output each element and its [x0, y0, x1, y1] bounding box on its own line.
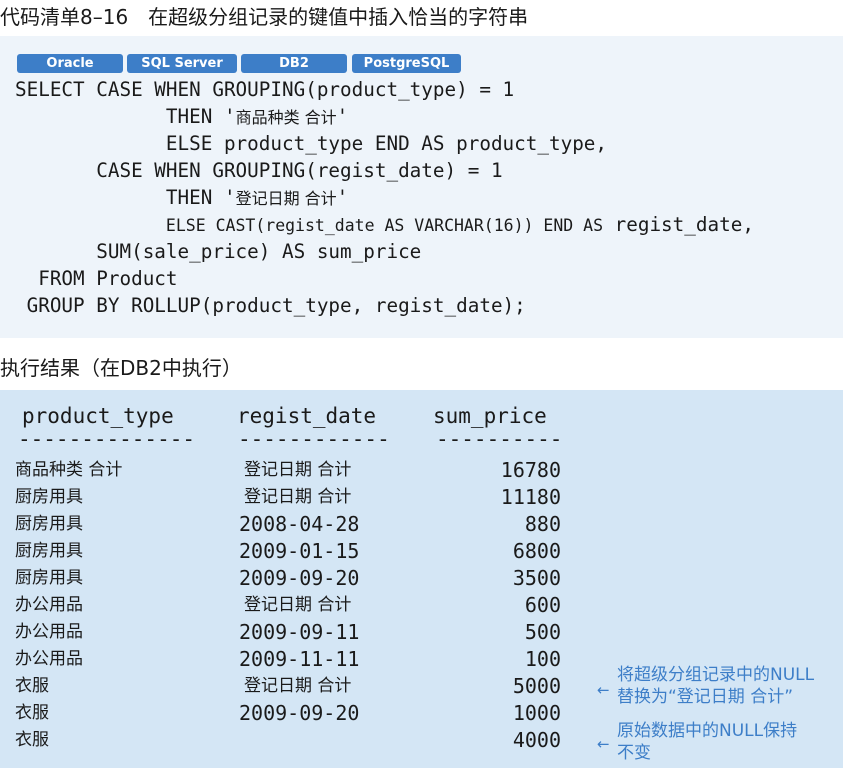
column-header: regist_date	[237, 404, 377, 428]
tag-db2: DB2	[241, 54, 347, 73]
annotation-arrow-icon: ←	[597, 681, 610, 699]
cell-product-type: 衣服	[15, 730, 49, 750]
code-line: SUM(sale_price) AS sum_price	[15, 240, 422, 263]
cell-regist-date: 2009-11-11	[239, 647, 360, 671]
table-row: 办公用品 登记日期 合计 600	[0, 592, 843, 619]
cell-sum-price: 6800	[512, 539, 561, 563]
table-row: 厨房用具 2008-04-28 880	[0, 511, 843, 538]
cell-product-type: 商品种类 合计	[15, 460, 123, 480]
code-line: GROUP BY ROLLUP(product_type, regist_dat…	[15, 294, 526, 317]
code-line: FROM Product	[15, 267, 178, 290]
tag-sql-server: SQL Server	[127, 54, 237, 73]
column-separator: ----------	[436, 427, 563, 451]
cell-sum-price: 1000	[512, 701, 561, 725]
cell-sum-price: 600	[524, 593, 561, 617]
column-header: sum_price	[433, 404, 547, 428]
code-panel: Oracle SQL Server DB2 PostgreSQL SELECT …	[0, 36, 843, 338]
code-text: '	[336, 105, 349, 128]
cell-product-type: 衣服	[15, 676, 49, 696]
cell-sum-price: 500	[524, 620, 561, 644]
column-separator: --------------	[18, 427, 196, 451]
cell-regist-date: 登记日期 合计	[244, 487, 352, 507]
code-text: regist_date,	[603, 213, 754, 236]
cell-sum-price: 100	[524, 647, 561, 671]
table-row: 办公用品 2009-09-11 500	[0, 619, 843, 646]
cell-product-type: 厨房用具	[15, 514, 83, 534]
annotation-arrow-icon: ←	[597, 735, 610, 753]
annotation-note: 原始数据中的NULL保持	[617, 721, 798, 741]
table-row: 厨房用具 2009-01-15 6800	[0, 538, 843, 565]
code-line: CASE WHEN GROUPING(regist_date) = 1	[15, 159, 503, 182]
cell-regist-date: 登记日期 合计	[244, 595, 352, 615]
cell-regist-date: 2008-04-28	[239, 512, 360, 536]
annotation-note: 将超级分组记录中的NULL	[617, 665, 815, 685]
cell-sum-price: 5000	[512, 674, 561, 698]
code-string-literal: 商品种类 合计	[235, 108, 337, 127]
code-text: ELSE CAST(regist_date AS VARCHAR(16)) EN…	[165, 216, 604, 235]
cell-sum-price: 4000	[512, 728, 561, 752]
annotation-note: 替换为“登记日期 合计”	[617, 687, 794, 707]
code-text: THEN '	[15, 186, 236, 209]
code-line: THEN '商品种类 合计'	[15, 103, 754, 130]
code-line: ELSE product_type END AS product_type,	[15, 132, 608, 155]
code-line: ELSE CAST(regist_date AS VARCHAR(16)) EN…	[15, 211, 754, 238]
cell-regist-date: 2009-09-11	[239, 620, 360, 644]
sql-code: SELECT CASE WHEN GROUPING(product_type) …	[15, 76, 754, 319]
column-header: product_type	[22, 404, 174, 428]
column-separator: ------------	[238, 427, 390, 451]
code-line: SELECT CASE WHEN GROUPING(product_type) …	[15, 78, 515, 101]
code-text: '	[336, 186, 349, 209]
cell-sum-price: 11180	[500, 485, 561, 509]
result-panel: product_type regist_date sum_price -----…	[0, 390, 843, 768]
cell-sum-price: 16780	[500, 458, 561, 482]
code-text: THEN '	[15, 105, 236, 128]
cell-regist-date: 2009-09-20	[239, 701, 360, 725]
code-string-literal: 登记日期 合计	[235, 189, 337, 208]
cell-product-type: 办公用品	[15, 622, 83, 642]
cell-sum-price: 3500	[512, 566, 561, 590]
cell-regist-date: 2009-09-20	[239, 566, 360, 590]
result-title: 执行结果（在DB2中执行）	[0, 356, 242, 380]
table-row: 厨房用具 登记日期 合计 11180	[0, 484, 843, 511]
cell-regist-date: 登记日期 合计	[244, 460, 352, 480]
tag-postgresql: PostgreSQL	[352, 54, 461, 73]
cell-product-type: 厨房用具	[15, 487, 83, 507]
cell-product-type: 办公用品	[15, 595, 83, 615]
table-row: 商品种类 合计 登记日期 合计 16780	[0, 457, 843, 484]
annotation-note: 不变	[617, 743, 651, 763]
cell-product-type: 厨房用具	[15, 541, 83, 561]
cell-regist-date: 登记日期 合计	[244, 676, 352, 696]
table-row: 厨房用具 2009-09-20 3500	[0, 565, 843, 592]
cell-regist-date: 2009-01-15	[239, 539, 360, 563]
code-listing-title: 代码清单8–16 在超级分组记录的键值中插入恰当的字符串	[0, 5, 529, 29]
cell-product-type: 办公用品	[15, 649, 83, 669]
tag-oracle: Oracle	[17, 54, 123, 73]
code-line: THEN '登记日期 合计'	[15, 184, 754, 211]
cell-sum-price: 880	[524, 512, 561, 536]
cell-product-type: 厨房用具	[15, 568, 83, 588]
cell-product-type: 衣服	[15, 703, 49, 723]
